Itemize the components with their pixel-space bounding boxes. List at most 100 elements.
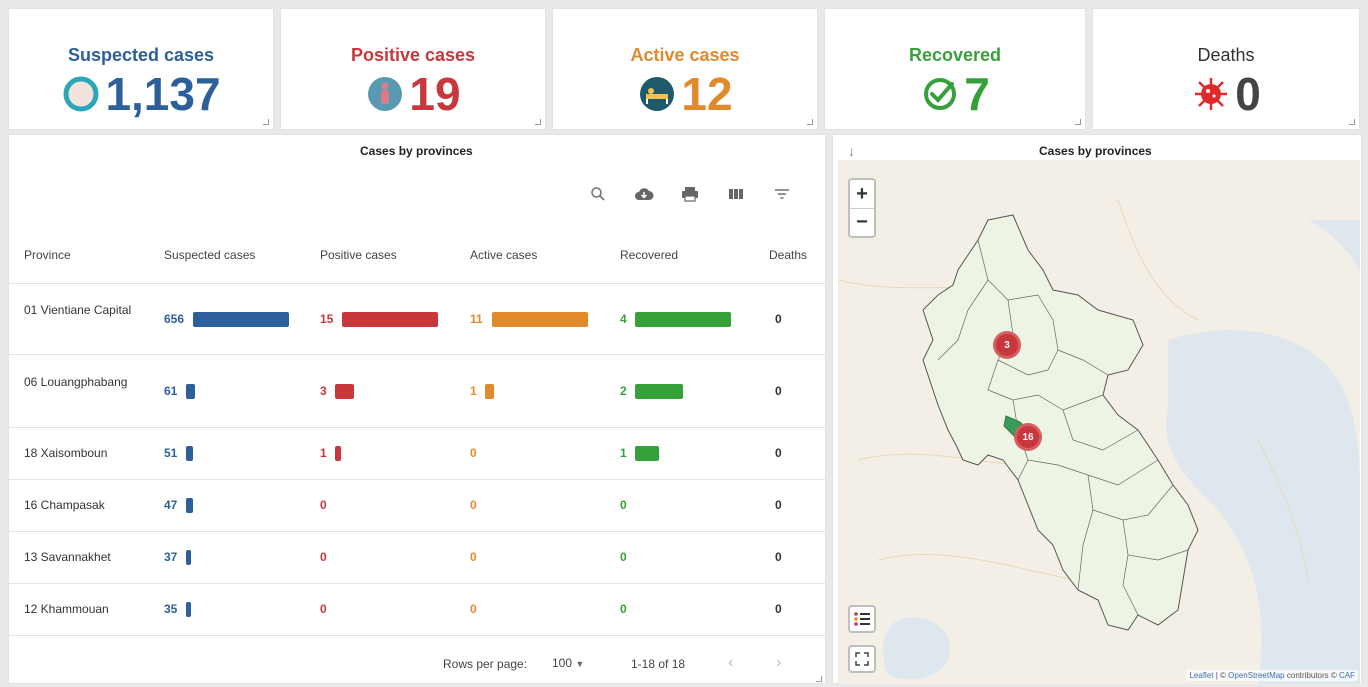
column-header-suspected[interactable]: Suspected cases bbox=[164, 248, 255, 262]
circle-icon bbox=[61, 74, 101, 114]
row-divider bbox=[8, 283, 826, 284]
suspected-value: 61 bbox=[164, 383, 178, 398]
suspected-value: 47 bbox=[164, 498, 178, 512]
caret-down-icon: ▼ bbox=[575, 659, 585, 669]
active-bar bbox=[492, 311, 588, 327]
province-name: 18 Xaisomboun bbox=[24, 446, 108, 460]
suspected-value: 37 bbox=[164, 550, 178, 564]
carto-link[interactable]: CAF bbox=[1339, 671, 1355, 680]
kpi-title: Suspected cases bbox=[67, 45, 215, 65]
resize-handle[interactable] bbox=[807, 119, 813, 125]
table-toolbar bbox=[588, 184, 792, 204]
resize-handle[interactable] bbox=[263, 119, 269, 125]
recovered-value: 4 bbox=[620, 311, 627, 326]
download-arrow-icon[interactable]: ↓ bbox=[848, 143, 855, 159]
map-canvas[interactable] bbox=[838, 160, 1360, 684]
positive-value: 0 bbox=[320, 550, 327, 564]
resize-handle[interactable] bbox=[1349, 119, 1355, 125]
osm-link[interactable]: OpenStreetMap bbox=[1228, 671, 1284, 680]
recovered-value: 2 bbox=[620, 383, 627, 398]
suspected-value: 35 bbox=[164, 602, 178, 616]
active-bar bbox=[485, 383, 494, 399]
kpi-card-deaths: Deaths 0 bbox=[1092, 8, 1360, 130]
row-divider bbox=[8, 479, 826, 480]
positive-value: 1 bbox=[320, 446, 327, 460]
next-page-button[interactable]: › bbox=[776, 654, 781, 672]
filter-icon[interactable] bbox=[772, 184, 792, 204]
active-value: 0 bbox=[470, 550, 477, 564]
suspected-bar bbox=[186, 383, 195, 399]
virus-icon bbox=[1191, 74, 1231, 114]
map-cluster-marker[interactable]: 3 bbox=[993, 331, 1021, 359]
resize-handle[interactable] bbox=[535, 119, 541, 125]
kpi-value: 1,137 bbox=[105, 68, 221, 120]
row-divider bbox=[8, 635, 826, 636]
fullscreen-button[interactable] bbox=[848, 645, 876, 673]
deaths-value: 0 bbox=[775, 311, 782, 326]
positive-bar bbox=[335, 446, 341, 461]
search-icon[interactable] bbox=[588, 184, 608, 204]
hospital-bed-icon bbox=[637, 74, 677, 114]
deaths-value: 0 bbox=[775, 602, 782, 616]
fullscreen-icon bbox=[855, 652, 869, 666]
kpi-value: 7 bbox=[964, 68, 990, 120]
kpi-title: Deaths bbox=[1197, 45, 1255, 65]
suspected-bar bbox=[186, 498, 193, 513]
suspected-bar bbox=[186, 550, 191, 565]
laos-shape bbox=[922, 214, 1199, 631]
positive-value: 15 bbox=[320, 311, 334, 326]
province-name: 16 Champasak bbox=[24, 498, 105, 512]
kpi-value: 12 bbox=[681, 68, 733, 120]
active-value: 0 bbox=[470, 446, 477, 460]
view-columns-icon[interactable] bbox=[726, 184, 746, 204]
deaths-value: 0 bbox=[775, 446, 782, 460]
recovered-value: 0 bbox=[620, 602, 627, 616]
suspected-bar bbox=[193, 311, 289, 327]
recovered-bar bbox=[635, 383, 683, 399]
map-cluster-marker[interactable]: 16 bbox=[1014, 423, 1042, 451]
recovered-value: 0 bbox=[620, 550, 627, 564]
zoom-control: + − bbox=[848, 178, 876, 238]
positive-bar bbox=[335, 383, 354, 399]
map-svg bbox=[838, 199, 1360, 684]
suspected-bar bbox=[186, 602, 191, 617]
active-value: 0 bbox=[470, 602, 477, 616]
province-name: 12 Khammouan bbox=[24, 602, 109, 616]
kpi-value: 0 bbox=[1235, 68, 1261, 120]
recovered-value: 1 bbox=[620, 446, 627, 460]
deaths-value: 0 bbox=[775, 383, 782, 398]
active-value: 11 bbox=[470, 311, 483, 326]
column-header-active[interactable]: Active cases bbox=[470, 248, 537, 262]
column-header-recovered[interactable]: Recovered bbox=[620, 248, 678, 262]
table-title: Cases by provinces bbox=[360, 144, 473, 158]
zoom-out-button[interactable]: − bbox=[850, 208, 874, 236]
cloud-download-icon[interactable] bbox=[634, 184, 654, 204]
row-divider bbox=[8, 531, 826, 532]
active-value: 0 bbox=[470, 498, 477, 512]
print-icon[interactable] bbox=[680, 184, 700, 204]
row-divider bbox=[8, 583, 826, 584]
row-divider bbox=[8, 354, 826, 355]
zoom-in-button[interactable]: + bbox=[850, 180, 874, 208]
resize-handle[interactable] bbox=[816, 676, 822, 682]
deaths-value: 0 bbox=[775, 550, 782, 564]
rows-per-page-label: Rows per page: bbox=[443, 657, 528, 671]
map-title: Cases by provinces bbox=[1039, 144, 1152, 158]
recovered-bar bbox=[635, 446, 659, 461]
kpi-card-positive: Positive cases 19 bbox=[280, 8, 546, 130]
rows-per-page-value: 100 bbox=[552, 656, 573, 670]
leaflet-link[interactable]: Leaflet bbox=[1189, 671, 1213, 680]
column-header-positive[interactable]: Positive cases bbox=[320, 248, 397, 262]
rows-per-page-select[interactable]: 100 ▼ bbox=[552, 656, 584, 670]
positive-value: 0 bbox=[320, 498, 327, 512]
column-header-deaths[interactable]: Deaths bbox=[769, 248, 807, 262]
legend-toggle-button[interactable] bbox=[848, 605, 876, 633]
suspected-bar bbox=[186, 446, 193, 461]
prev-page-button[interactable]: ‹ bbox=[728, 654, 733, 672]
kpi-card-recovered: Recovered 7 bbox=[824, 8, 1086, 130]
resize-handle[interactable] bbox=[1075, 119, 1081, 125]
column-header-province[interactable]: Province bbox=[24, 248, 71, 262]
attribution-text: contributors © bbox=[1284, 671, 1339, 680]
deaths-value: 0 bbox=[775, 498, 782, 512]
kpi-title: Positive cases bbox=[350, 45, 476, 65]
